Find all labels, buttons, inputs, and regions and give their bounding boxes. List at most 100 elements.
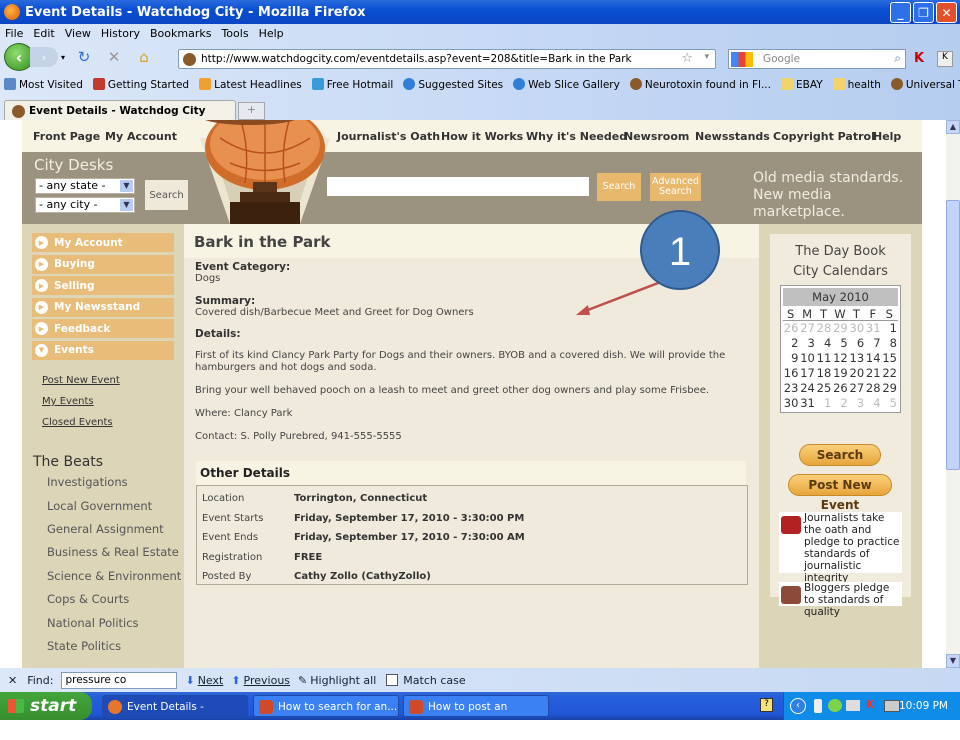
bookmark-item[interactable]: Web Slice Gallery — [513, 78, 620, 91]
find-input[interactable] — [61, 671, 178, 689]
restore-button[interactable]: ❐ — [913, 2, 934, 23]
bookmark-folder[interactable]: EBAY — [780, 78, 823, 91]
calendar-day[interactable]: 2 — [832, 396, 848, 411]
tab-event-details[interactable]: Event Details - Watchdog City — [4, 100, 236, 120]
city-select[interactable]: - any city - ▼ — [35, 197, 135, 213]
antivirus-icon[interactable]: K — [866, 699, 874, 711]
show-hidden-icons-button[interactable]: ‹ — [790, 698, 806, 714]
nav-help[interactable]: Help — [873, 130, 901, 143]
minimize-button[interactable]: _ — [890, 2, 911, 23]
menu-edit[interactable]: Edit — [33, 27, 54, 40]
calendar-month[interactable]: May 2010 — [783, 288, 898, 306]
calendar-day[interactable]: 22 — [882, 366, 898, 381]
calendar-day[interactable]: 29 — [882, 381, 898, 396]
close-button[interactable]: ✕ — [936, 2, 957, 23]
calendar-day[interactable]: 27 — [849, 381, 865, 396]
accordion-my-newsstand[interactable]: ▶ My Newsstand — [32, 297, 174, 317]
bookmark-item[interactable]: Latest Headlines — [199, 78, 302, 91]
find-next-button[interactable]: Next — [198, 674, 224, 687]
calendar-day[interactable]: 17 — [799, 366, 815, 381]
calendar-day[interactable]: 13 — [849, 351, 865, 366]
calendar-day[interactable]: 18 — [816, 366, 832, 381]
bookmark-item[interactable]: Most Visited — [4, 78, 83, 91]
forward-button[interactable]: › — [30, 47, 58, 67]
calendar-day[interactable]: 24 — [799, 381, 815, 396]
calendar-day[interactable]: 2 — [783, 336, 799, 351]
url-bar[interactable]: http://www.watchdogcity.com/eventdetails… — [178, 49, 716, 69]
link-post-new-event[interactable]: Post New Event — [42, 375, 120, 386]
addon-icon[interactable]: K — [914, 51, 924, 66]
calendar-day[interactable]: 10 — [799, 351, 815, 366]
site-search-input[interactable] — [327, 177, 589, 196]
journalists-promo[interactable]: Journalists take the oath and pledge to … — [779, 512, 902, 584]
post-new-event-button[interactable]: Post New Event — [788, 474, 892, 512]
link-closed-events[interactable]: Closed Events — [42, 417, 113, 428]
menu-history[interactable]: History — [101, 27, 140, 40]
advanced-search-button[interactable]: Advanced Search — [650, 173, 701, 201]
bookmark-item[interactable]: Suggested Sites — [403, 78, 503, 91]
url-dropdown-icon[interactable]: ▾ — [704, 52, 709, 62]
calendar-day[interactable]: 1 — [816, 396, 832, 411]
calendar-day[interactable]: 30 — [783, 396, 799, 411]
bookmark-folder[interactable]: health — [832, 78, 881, 91]
bookmark-item[interactable]: Neurotoxin found in Fl... — [629, 78, 771, 91]
calendar-day[interactable]: 26 — [832, 381, 848, 396]
accordion-buying[interactable]: ▶ Buying — [32, 254, 174, 274]
beat-science-environment[interactable]: Science & Environment — [47, 569, 181, 583]
search-engine-box[interactable]: Google ⌕ — [728, 49, 906, 69]
reload-icon[interactable]: ↻ — [73, 48, 95, 66]
calendar-day[interactable]: 28 — [865, 381, 881, 396]
calendar-day[interactable]: 12 — [832, 351, 848, 366]
scroll-thumb[interactable] — [946, 200, 960, 470]
bloggers-promo[interactable]: Bloggers pledge to standards of quality — [779, 582, 902, 618]
menu-tools[interactable]: Tools — [221, 27, 248, 40]
calendar-day[interactable]: 27 — [799, 321, 815, 336]
beat-cops-courts[interactable]: Cops & Courts — [47, 592, 129, 606]
taskbar-item-firefox[interactable]: Event Details - Watch... — [102, 695, 248, 735]
calendar-day[interactable]: 23 — [783, 381, 799, 396]
beat-general-assignment[interactable]: General Assignment — [47, 522, 164, 536]
menu-bookmarks[interactable]: Bookmarks — [150, 27, 211, 40]
new-tab-button[interactable]: + — [238, 102, 265, 120]
calendar-day[interactable]: 3 — [799, 336, 815, 351]
menu-help[interactable]: Help — [259, 27, 284, 40]
nav-front-page[interactable]: Front Page — [33, 130, 100, 143]
nav-why-its-needed[interactable]: Why it's Needed — [526, 130, 627, 143]
beat-state-politics[interactable]: State Politics — [47, 639, 121, 653]
calendar-day[interactable]: 4 — [816, 336, 832, 351]
history-dropdown-icon[interactable]: ▾ — [61, 53, 65, 62]
calendar-day[interactable]: 11 — [816, 351, 832, 366]
calendar-day[interactable]: 31 — [799, 396, 815, 411]
bookmark-star-icon[interactable]: ☆ — [681, 51, 693, 66]
vertical-scrollbar[interactable]: ▲ ▼ — [946, 120, 960, 668]
display-icon[interactable] — [884, 700, 900, 712]
nav-journalists-oath[interactable]: Journalist's Oath — [337, 130, 440, 143]
scroll-up-button[interactable]: ▲ — [946, 120, 960, 134]
site-search-button[interactable]: Search — [597, 173, 641, 201]
accordion-my-account[interactable]: ▶ My Account — [32, 233, 174, 252]
help-tray-icon[interactable]: ? — [760, 698, 773, 712]
nav-newsstands[interactable]: Newsstands — [695, 130, 770, 143]
nav-my-account[interactable]: My Account — [105, 130, 177, 143]
calendar-day[interactable]: 8 — [882, 336, 898, 351]
bookmark-item[interactable]: Getting Started — [92, 78, 189, 91]
calendar-day[interactable]: 21 — [865, 366, 881, 381]
calendar-search-button[interactable]: Search — [799, 444, 881, 466]
city-desk-search-button[interactable]: Search — [145, 180, 188, 210]
home-icon[interactable]: ⌂ — [133, 48, 155, 66]
accordion-events[interactable]: ▼ Events — [32, 340, 174, 360]
scroll-down-button[interactable]: ▼ — [946, 654, 960, 668]
calendar-day[interactable]: 25 — [816, 381, 832, 396]
beat-local-government[interactable]: Local Government — [47, 499, 152, 513]
accordion-selling[interactable]: ▶ Selling — [32, 276, 174, 295]
state-select[interactable]: - any state - ▼ — [35, 178, 135, 194]
messenger-icon[interactable] — [828, 699, 842, 712]
highlight-all-button[interactable]: Highlight all — [310, 674, 376, 687]
calendar-day[interactable]: 3 — [849, 396, 865, 411]
beat-national-politics[interactable]: National Politics — [47, 616, 139, 630]
calendar-day[interactable]: 7 — [865, 336, 881, 351]
calendar-day[interactable]: 5 — [882, 396, 898, 411]
calendar-day[interactable]: 31 — [865, 321, 881, 336]
calendar-day[interactable]: 4 — [865, 396, 881, 411]
link-my-events[interactable]: My Events — [42, 396, 94, 407]
